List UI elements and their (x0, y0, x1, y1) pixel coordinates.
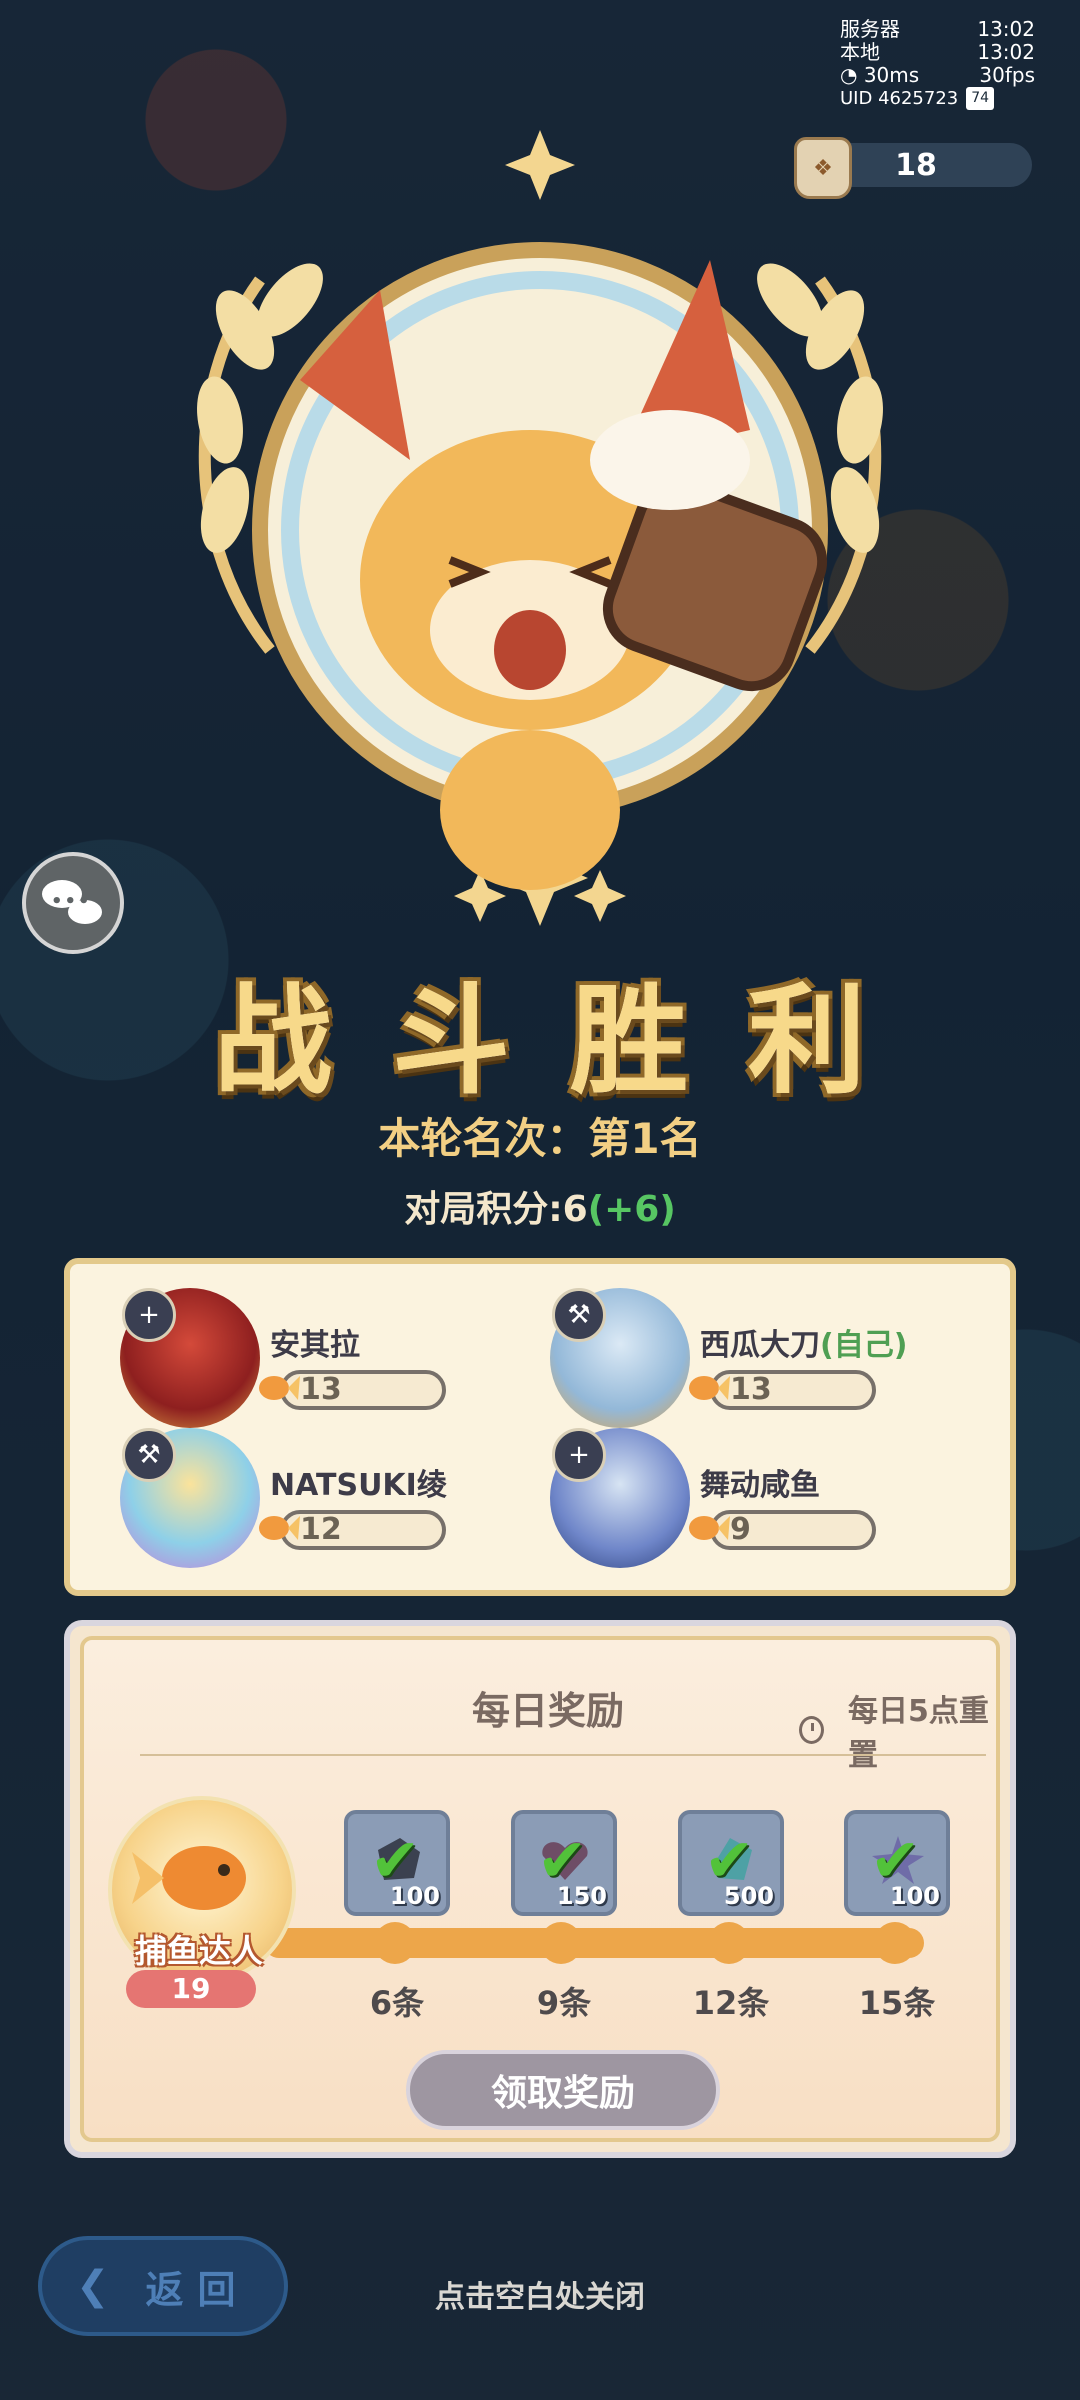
reward-qty: 100 (389, 1882, 440, 1910)
claim-reward-button[interactable]: 领取奖励 (406, 2050, 720, 2130)
goldfish-icon (689, 1516, 730, 1540)
fps-value: 30fps (979, 63, 1035, 87)
player-card: + 舞动咸鱼 9 (500, 1414, 900, 1568)
fish-count: 13 (730, 1372, 772, 1407)
victory-emblem (197, 130, 883, 926)
score-label: 对局积分:6 (404, 1189, 588, 1230)
player-card: ⚒ NATSUKI绫 12 (70, 1414, 470, 1568)
player-name: 舞动咸鱼 (700, 1468, 820, 1503)
player-name: 西瓜大刀(自己) (700, 1328, 908, 1363)
milestone-dot (374, 1922, 416, 1964)
daily-rewards-panel: 每日奖励 每日5点重置 ✔ 100 ✔ 150 ✔ 500 ✔ 100 6条 9… (64, 1620, 1016, 2158)
self-tag: (自己) (820, 1328, 908, 1363)
daily-rewards-title: 每日奖励 (472, 1689, 625, 1733)
tap-to-close-hint: 点击空白处关闭 (435, 2280, 645, 2315)
match-score: 对局积分:6(+6) (0, 1180, 1080, 1232)
clock-icon (799, 1716, 825, 1744)
player-card: ⚒ 西瓜大刀(自己) 13 (500, 1274, 907, 1428)
chat-button[interactable]: ••• (22, 852, 124, 954)
role-badge-icon: + (122, 1288, 176, 1342)
reward-qty: 100 (889, 1882, 940, 1910)
milestone-label: 6条 (369, 1984, 425, 2022)
local-label: 本地 (840, 40, 880, 64)
milestone-label: 12条 (692, 1984, 770, 2022)
role-badge-icon: + (552, 1428, 606, 1482)
reward-item[interactable]: ✔ 150 (511, 1810, 617, 1916)
goldfish-icon (259, 1376, 300, 1400)
battery-icon: 74 (966, 87, 995, 110)
reset-text: 每日5点重置 (848, 1694, 989, 1773)
player-card: + 安其拉 13 (70, 1274, 470, 1428)
player-name: 安其拉 (270, 1328, 360, 1363)
score-delta: (+6) (587, 1189, 676, 1230)
server-label: 服务器 (840, 17, 900, 41)
victory-title: 战斗胜利 (213, 972, 926, 1110)
medal-label: 捕鱼达人 (134, 1932, 263, 1970)
server-time: 13:02 (977, 17, 1035, 41)
fish-count: 12 (300, 1512, 342, 1547)
local-time: 13:02 (977, 40, 1035, 64)
reward-qty: 150 (556, 1882, 607, 1910)
milestone-label: 15条 (858, 1984, 936, 2022)
role-badge-icon: ⚒ (122, 1428, 176, 1482)
fish-count: 13 (300, 1372, 342, 1407)
medal-count: 19 (126, 1970, 256, 2008)
goldfish-icon (259, 1516, 300, 1540)
uid-label: UID 4625723 (840, 88, 959, 109)
ping-value: ◔ 30ms (840, 63, 920, 87)
goldfish-icon (689, 1376, 730, 1400)
divider (140, 1754, 986, 1756)
player-results-panel: + 安其拉 13 ⚒ 西瓜大刀(自己) 13 ⚒ NATSUKI绫 12 + 舞… (64, 1258, 1016, 1596)
milestone-dot (874, 1922, 916, 1964)
reset-info: 每日5点重置 (799, 1686, 996, 1774)
milestone-label: 9条 (536, 1984, 592, 2022)
reward-item[interactable]: ✔ 100 (844, 1810, 950, 1916)
milestone-dot (708, 1922, 750, 1964)
role-badge-icon: ⚒ (552, 1288, 606, 1342)
milestone-dot (540, 1922, 582, 1964)
reward-qty: 500 (723, 1882, 774, 1910)
reward-item[interactable]: ✔ 100 (344, 1810, 450, 1916)
network-status-hud: 服务器 13:02 本地 13:02 ◔ 30ms 30fps UID 4625723… (840, 18, 1035, 110)
round-rank: 本轮名次：第1名 (378, 1114, 702, 1163)
wifi-icon: ◔ (840, 63, 858, 87)
reward-item[interactable]: ✔ 500 (678, 1810, 784, 1916)
fish-count: 9 (730, 1512, 751, 1547)
reward-progress-track (264, 1922, 924, 1964)
player-name: NATSUKI绫 (270, 1468, 447, 1503)
